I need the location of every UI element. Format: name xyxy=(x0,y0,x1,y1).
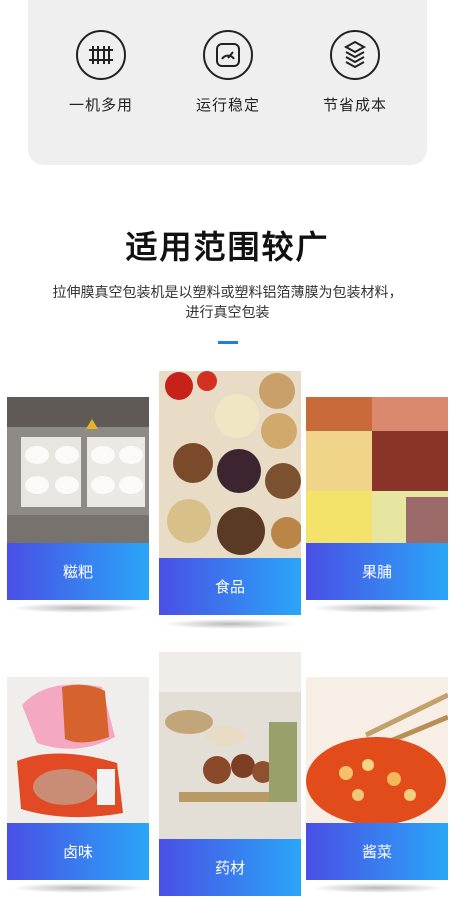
card-label: 果脯 xyxy=(361,563,392,581)
feature-cost-saving: 节省成本 xyxy=(300,30,410,115)
card-label: 糍粑 xyxy=(62,563,93,581)
card-label-bar: 食品 xyxy=(159,558,301,615)
feature-label: 运行稳定 xyxy=(195,96,260,114)
card-food[interactable]: 食品 xyxy=(159,371,301,633)
card-label: 酱菜 xyxy=(361,843,392,861)
card-herbs[interactable]: 药材 xyxy=(159,652,301,900)
card-label-bar: 卤味 xyxy=(7,823,149,880)
card-shadow xyxy=(11,883,145,893)
card-photo xyxy=(306,677,448,823)
rail-track-icon xyxy=(76,30,126,80)
card-shadow xyxy=(11,603,145,613)
feature-stable: 运行稳定 xyxy=(173,30,283,115)
card-shadow xyxy=(310,603,444,613)
accent-divider xyxy=(218,341,238,344)
section-title: 适用范围较广 xyxy=(125,228,330,266)
card-label-bar: 药材 xyxy=(159,839,301,896)
card-dried-fruit[interactable]: 果脯 xyxy=(306,397,448,617)
card-photo xyxy=(306,397,448,543)
card-shadow xyxy=(163,619,297,629)
card-label-bar: 酱菜 xyxy=(306,823,448,880)
card-pickles[interactable]: 酱菜 xyxy=(306,677,448,897)
feature-label: 一机多用 xyxy=(68,96,133,114)
card-ciba[interactable]: 糍粑 xyxy=(7,397,149,617)
card-photo xyxy=(159,652,301,839)
card-label: 食品 xyxy=(214,578,245,596)
feature-label: 节省成本 xyxy=(322,96,387,114)
gauge-icon xyxy=(203,30,253,80)
card-braised[interactable]: 卤味 xyxy=(7,677,149,897)
card-label: 卤味 xyxy=(62,843,93,861)
card-label-bar: 果脯 xyxy=(306,543,448,600)
card-label: 药材 xyxy=(214,859,245,877)
card-photo xyxy=(159,371,301,558)
card-shadow xyxy=(310,883,444,893)
card-photo xyxy=(7,397,149,543)
feature-multi-use: 一机多用 xyxy=(46,30,156,115)
card-label-bar: 糍粑 xyxy=(7,543,149,600)
layers-icon xyxy=(330,30,380,80)
card-photo xyxy=(7,677,149,823)
section-description: 拉伸膜真空包装机是以塑料或塑料铝箔薄膜为包装材料，进行真空包装 xyxy=(52,285,403,321)
features-panel: 一机多用 运行稳定 节省成本 xyxy=(28,0,427,165)
